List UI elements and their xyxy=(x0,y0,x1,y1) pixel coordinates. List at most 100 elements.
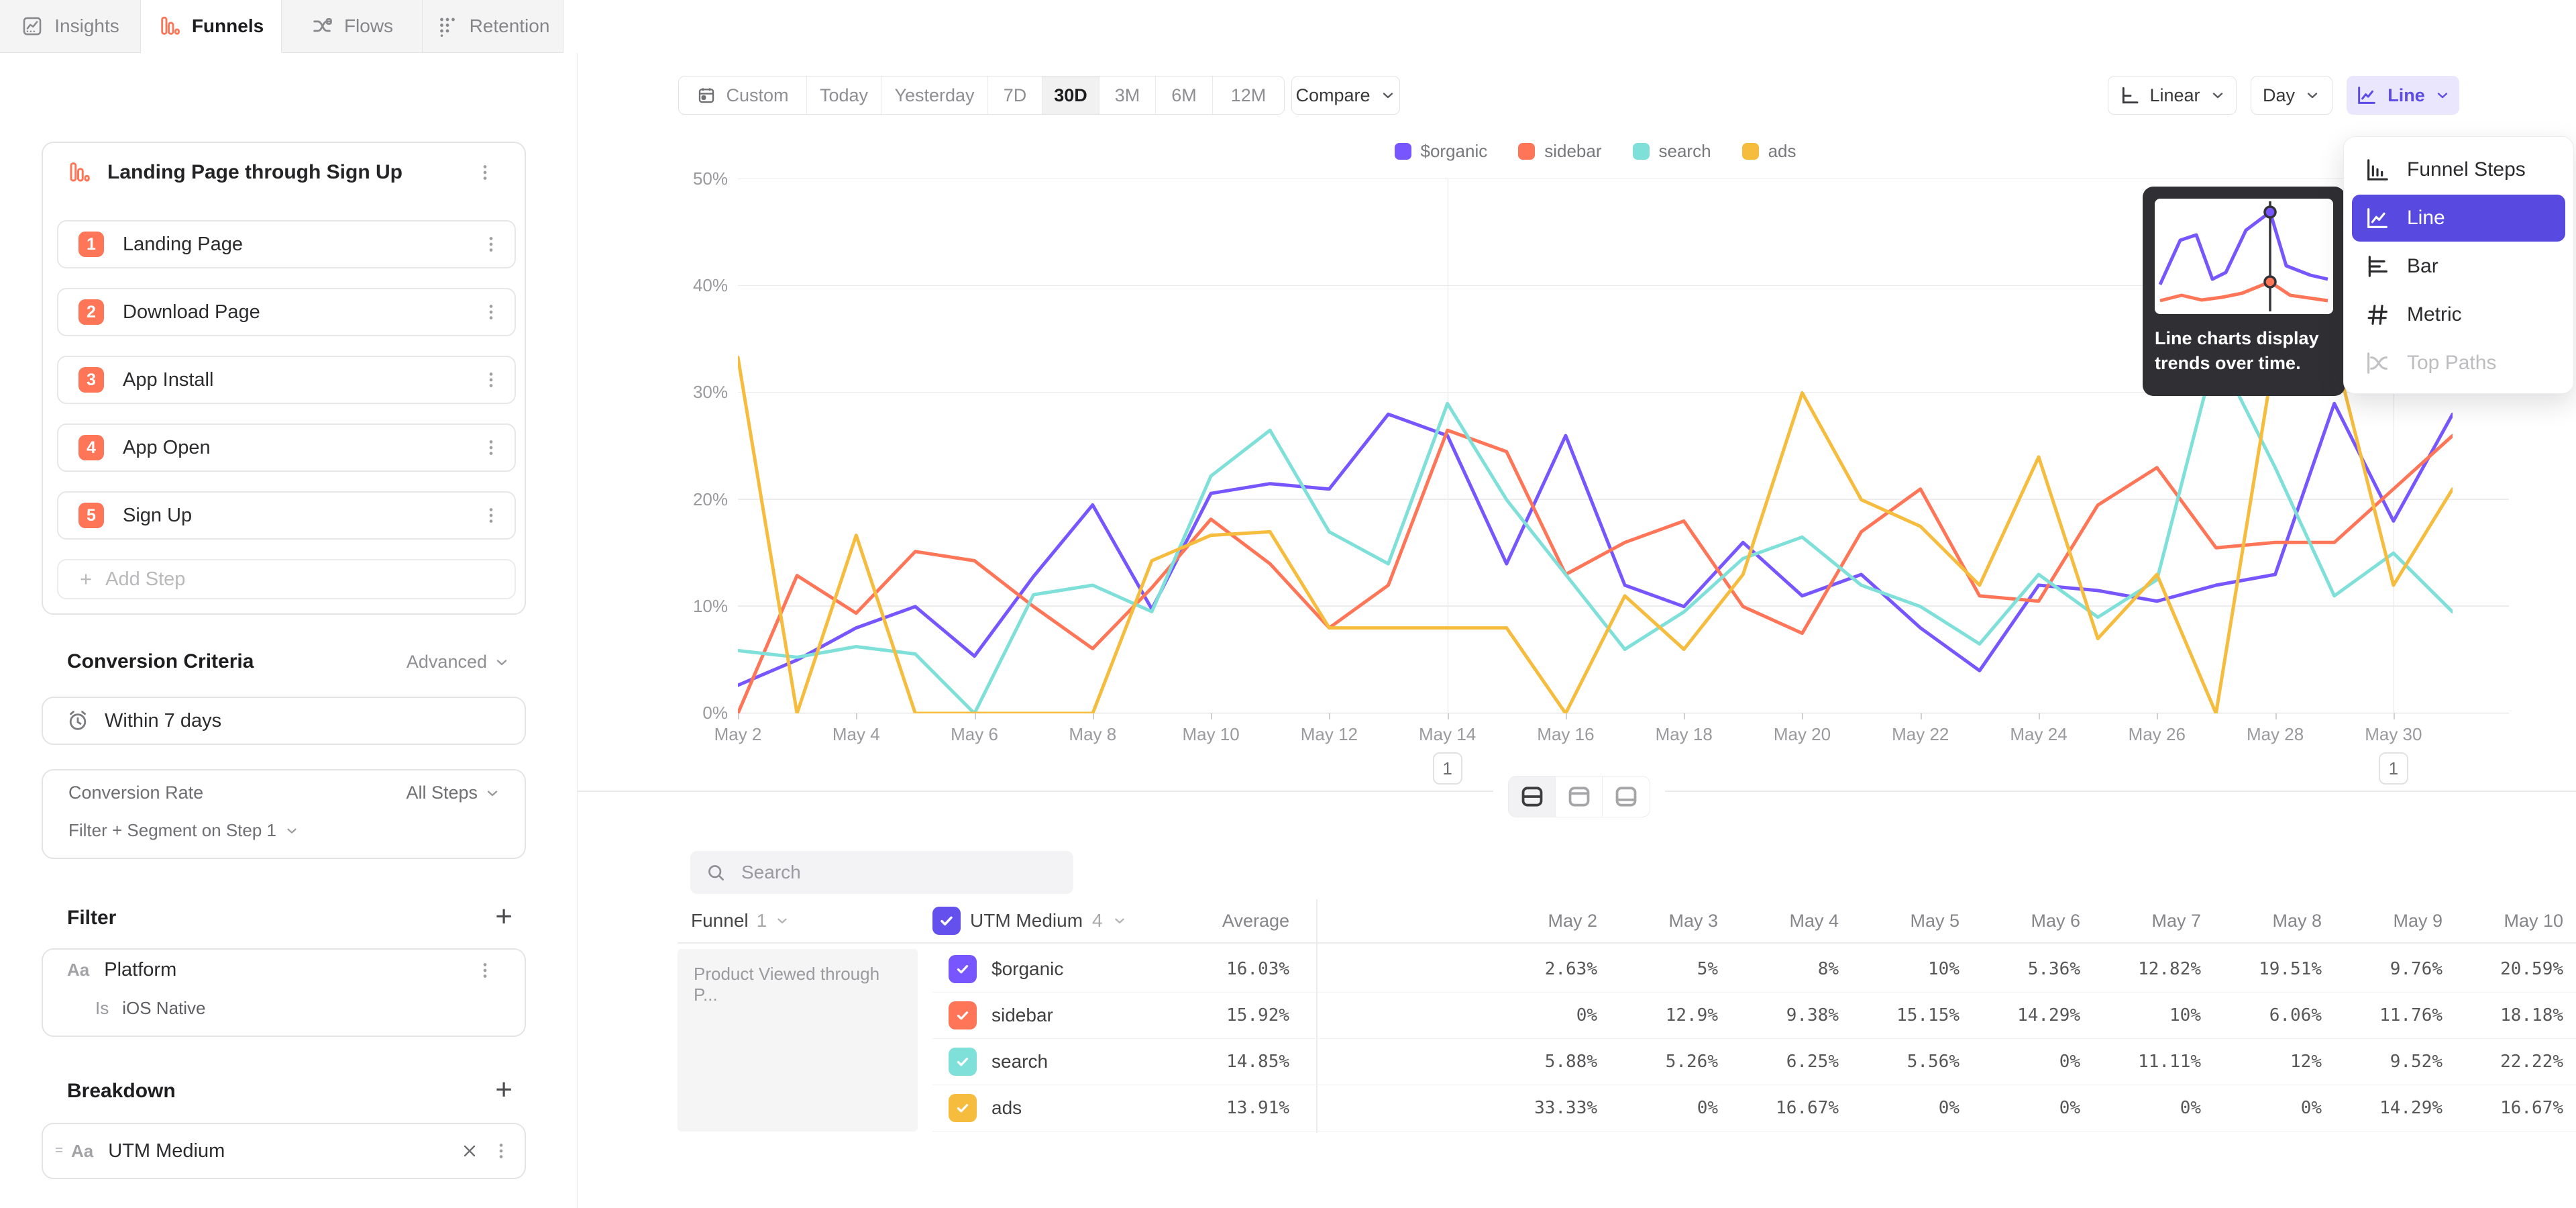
menu-item-line[interactable]: Line xyxy=(2352,195,2565,242)
tab-insights-label: Insights xyxy=(54,15,119,37)
range-button-yesterday[interactable]: Yesterday xyxy=(881,77,988,114)
value-cell: 12% xyxy=(2220,1052,2341,1072)
chart-type-menu: Funnel Steps Line Bar Metric Top Paths xyxy=(2343,136,2574,394)
legend-item-sidebar[interactable]: sidebar xyxy=(1518,141,1601,162)
metric-hash-icon xyxy=(2364,301,2391,328)
funnel-steps-icon xyxy=(2364,156,2391,183)
tab-insights[interactable]: Insights xyxy=(0,0,141,53)
step-label: Sign Up xyxy=(123,505,192,527)
x-tick xyxy=(1211,713,1212,719)
filter-value[interactable]: iOS Native xyxy=(122,998,205,1019)
value-cell: 15.15% xyxy=(1858,1005,1978,1025)
advanced-dropdown[interactable]: Advanced xyxy=(407,652,510,672)
menu-item-bar[interactable]: Bar xyxy=(2352,243,2565,290)
legend-item-ads[interactable]: ads xyxy=(1742,141,1796,162)
value-cell: 19.51% xyxy=(2220,959,2341,979)
value-cell: 22.22% xyxy=(2461,1052,2576,1072)
drag-handle-icon[interactable] xyxy=(52,1143,66,1159)
funnel-name[interactable]: Landing Page through Sign Up xyxy=(107,161,402,184)
range-button-30d[interactable]: 30D xyxy=(1042,77,1099,114)
breakdown-kebab-icon[interactable] xyxy=(492,1141,510,1161)
tab-flows[interactable]: Flows xyxy=(282,0,423,53)
annotation-badge[interactable]: 1 xyxy=(1433,752,1462,785)
menu-item-metric[interactable]: Metric xyxy=(2352,291,2565,338)
layout-split-button[interactable] xyxy=(1509,776,1556,817)
report-type-tabbar: Insights Funnels Flows Retention xyxy=(0,0,564,53)
x-tick xyxy=(2157,713,2158,719)
scale-label: Linear xyxy=(2149,85,2200,106)
scale-dropdown[interactable]: Linear xyxy=(2108,76,2237,115)
add-filter-button[interactable]: + xyxy=(495,900,513,934)
funnel-step-row[interactable]: 4 App Open xyxy=(57,423,516,472)
add-breakdown-button[interactable]: + xyxy=(495,1073,513,1107)
tab-retention[interactable]: Retention xyxy=(423,0,564,53)
column-header-average: Average xyxy=(1201,911,1308,932)
series-checkbox[interactable] xyxy=(949,1094,977,1122)
remove-breakdown-icon[interactable] xyxy=(460,1142,479,1160)
funnel-step-row[interactable]: 5 Sign Up xyxy=(57,491,516,540)
breakdown-property[interactable]: UTM Medium xyxy=(108,1140,225,1162)
layout-chart-bottom-button[interactable] xyxy=(1603,776,1650,817)
tab-funnels[interactable]: Funnels xyxy=(141,0,282,53)
annotation-badge[interactable]: 1 xyxy=(2379,752,2408,785)
all-steps-dropdown[interactable]: All Steps xyxy=(406,783,500,803)
range-button-today[interactable]: Today xyxy=(807,77,881,114)
funnel-column-header[interactable]: Funnel 1 xyxy=(691,899,790,942)
menu-item-funnel-steps[interactable]: Funnel Steps xyxy=(2352,146,2565,193)
legend-swatch xyxy=(1395,143,1411,160)
range-button-custom[interactable]: Custom xyxy=(679,77,807,114)
table-row-sidebar[interactable]: sidebar15.92%0%12.9%9.38%15.15%14.29%10%… xyxy=(932,993,2576,1039)
table-row-organic[interactable]: $organic16.03%2.63%5%8%10%5.36%12.82%19.… xyxy=(932,946,2576,993)
y-tick-label: 0% xyxy=(631,703,728,723)
menu-item-label: Bar xyxy=(2407,255,2438,278)
legend-item-search[interactable]: search xyxy=(1633,141,1711,162)
filter-kebab-icon[interactable] xyxy=(476,960,494,980)
funnel-kebab-icon[interactable] xyxy=(476,162,494,183)
chevron-down-icon xyxy=(1112,913,1127,928)
layout-chart-top-button[interactable] xyxy=(1556,776,1603,817)
series-checkbox[interactable] xyxy=(949,1001,977,1029)
step-kebab-icon[interactable] xyxy=(482,438,500,458)
granularity-dropdown[interactable]: Day xyxy=(2251,76,2332,115)
x-tick xyxy=(1684,713,1685,719)
legend-item-organic[interactable]: $organic xyxy=(1395,141,1488,162)
linear-scale-icon xyxy=(2118,85,2140,106)
conversion-window-card[interactable]: Within 7 days xyxy=(42,697,526,745)
range-button-12m[interactable]: 12M xyxy=(1213,77,1284,114)
filter-property[interactable]: Platform xyxy=(104,959,176,981)
compare-button[interactable]: Compare xyxy=(1291,76,1400,115)
add-step-button[interactable]: + Add Step xyxy=(57,559,516,599)
value-cell: 0% xyxy=(2099,1098,2220,1118)
x-tick xyxy=(1566,713,1567,719)
table-search xyxy=(690,851,1073,894)
conversion-rate-label: Conversion Rate xyxy=(68,783,203,803)
series-checkbox[interactable] xyxy=(949,955,977,983)
chart-type-dropdown[interactable]: Line xyxy=(2347,76,2459,115)
menu-item-top-paths[interactable]: Top Paths xyxy=(2352,340,2565,387)
filter-operator[interactable]: Is xyxy=(95,998,109,1019)
step-kebab-icon[interactable] xyxy=(482,505,500,525)
column-header-may-9: May 9 xyxy=(2341,911,2461,932)
funnel-step-row[interactable]: 2 Download Page xyxy=(57,288,516,336)
breakdown-column-header[interactable]: UTM Medium 4 xyxy=(932,907,1201,935)
select-all-checkbox[interactable] xyxy=(932,907,961,935)
table-row-ads[interactable]: ads13.91%33.33%0%16.67%0%0%0%0%14.29%16.… xyxy=(932,1085,2576,1131)
range-button-7d[interactable]: 7D xyxy=(988,77,1042,114)
funnel-step-row[interactable]: 1 Landing Page xyxy=(57,220,516,268)
funnel-name-cell[interactable]: Product Viewed through P... xyxy=(678,949,918,1131)
table-row-search[interactable]: search14.85%5.88%5.26%6.25%5.56%0%11.11%… xyxy=(932,1039,2576,1085)
search-input[interactable] xyxy=(741,862,1036,883)
step-kebab-icon[interactable] xyxy=(482,234,500,254)
series-checkbox[interactable] xyxy=(949,1048,977,1076)
range-button-6m[interactable]: 6M xyxy=(1156,77,1213,114)
range-button-3m[interactable]: 3M xyxy=(1099,77,1156,114)
x-tick xyxy=(2039,713,2040,719)
range-label: Yesterday xyxy=(894,85,974,106)
top-paths-icon xyxy=(2364,350,2391,376)
filter-segment-dropdown[interactable]: Filter + Segment on Step 1 xyxy=(68,820,299,841)
step-kebab-icon[interactable] xyxy=(482,302,500,322)
step-kebab-icon[interactable] xyxy=(482,370,500,390)
funnel-step-row[interactable]: 3 App Install xyxy=(57,356,516,404)
compare-label: Compare xyxy=(1295,85,1370,106)
chevron-down-icon xyxy=(2304,87,2320,103)
